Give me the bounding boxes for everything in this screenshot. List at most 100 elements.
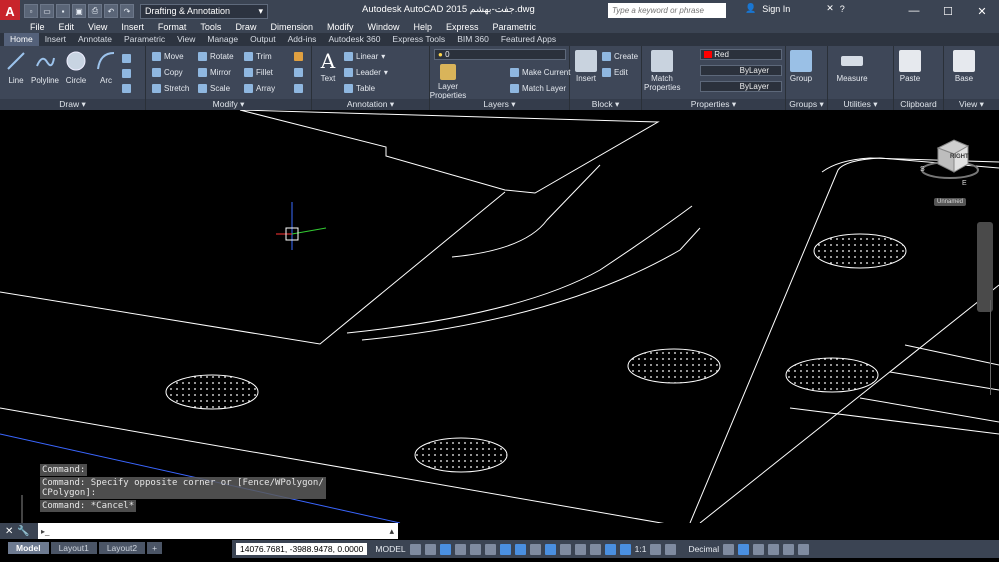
line-button[interactable]: Line [2,50,30,85]
trim-button[interactable]: Trim [244,50,272,62]
menu-file[interactable]: File [30,22,45,32]
groups-panel-label[interactable]: Groups ▾ [786,99,827,110]
sign-in-area[interactable]: 👤 Sign In ✕? [745,3,845,14]
annotation-visibility-icon[interactable] [604,543,616,555]
snap-icon[interactable] [424,543,436,555]
tab-layout1[interactable]: Layout1 [50,542,97,554]
circle-button[interactable]: Circle [62,50,90,85]
menu-edit[interactable]: Edit [59,22,75,32]
tab-autodesk-360[interactable]: Autodesk 360 [322,33,386,46]
auto-scale-icon[interactable] [619,543,631,555]
tab-featured-apps[interactable]: Featured Apps [495,33,562,46]
isolate-objects-icon[interactable] [753,543,765,555]
rectangle-tool[interactable] [122,52,131,64]
menu-window[interactable]: Window [368,22,400,32]
layers-panel-label[interactable]: Layers ▾ [430,99,569,110]
undo-icon[interactable]: ↶ [104,4,118,18]
layer-properties-button[interactable]: Layer Properties [428,64,468,100]
add-layout-icon[interactable]: + [147,542,163,554]
minimize-icon[interactable]: — [897,0,931,22]
menu-view[interactable]: View [88,22,107,32]
workspace-gear-icon[interactable] [650,543,662,555]
tab-parametric[interactable]: Parametric [118,33,171,46]
exchange-icon[interactable]: ✕ [826,3,834,14]
rotate-button[interactable]: Rotate [198,50,234,62]
wcs-menu[interactable]: Unnamed [934,198,967,206]
leader-button[interactable]: Leader ▾ [344,66,388,78]
tab-manage[interactable]: Manage [201,33,244,46]
command-prompt-icon[interactable]: ▸_ [38,527,52,536]
object-snap-icon[interactable] [514,543,526,555]
tab-model[interactable]: Model [8,542,49,554]
tab-view[interactable]: View [171,33,201,46]
units-selector[interactable]: Decimal [688,544,719,554]
save-as-icon[interactable]: ▣ [72,4,86,18]
view-panel-label[interactable]: View ▾ [944,99,999,110]
customization-menu-icon[interactable] [798,543,810,555]
selection-cycling-icon[interactable] [559,543,571,555]
3d-osnap-icon[interactable] [574,543,586,555]
plot-icon[interactable]: ⎙ [88,4,102,18]
paste-button[interactable]: Paste [896,50,924,83]
app-logo-icon[interactable]: A [0,0,20,22]
array-button[interactable]: Array [244,82,275,94]
command-expand-icon[interactable]: ▴ [389,526,398,537]
polyline-button[interactable]: Polyline [30,50,60,85]
annotation-scale[interactable]: 1:1 [635,544,647,554]
menu-parametric[interactable]: Parametric [493,22,537,32]
menu-help[interactable]: Help [414,22,433,32]
annotation-panel-label[interactable]: Annotation ▾ [312,99,429,110]
arc-button[interactable]: Arc [92,50,120,85]
draw-panel-label[interactable]: Draw ▾ [0,99,145,110]
gradient-tool[interactable] [122,82,131,94]
grid-icon[interactable] [409,543,421,555]
tab-bim-360[interactable]: BIM 360 [451,33,495,46]
measure-button[interactable]: Measure [834,50,870,83]
modify-panel-label[interactable]: Modify ▾ [146,99,311,110]
match-layer-button[interactable]: Match Layer [510,82,566,94]
offset-tool[interactable] [294,82,303,94]
menu-express[interactable]: Express [446,22,479,32]
tab-annotate[interactable]: Annotate [72,33,118,46]
color-dropdown[interactable]: Red [700,49,782,60]
ortho-icon[interactable] [454,543,466,555]
erase-tool[interactable] [294,50,303,62]
close-command-icon[interactable]: ✕ [5,526,13,537]
menu-insert[interactable]: Insert [121,22,144,32]
fillet-button[interactable]: Fillet [244,66,273,78]
hardware-acceleration-icon[interactable] [768,543,780,555]
customize-wrench-icon[interactable]: 🔧 [17,526,29,537]
polar-icon[interactable] [469,543,481,555]
tab-express-tools[interactable]: Express Tools [386,33,451,46]
block-panel-label[interactable]: Block ▾ [570,99,641,110]
save-icon[interactable]: ▪ [56,4,70,18]
coordinates-readout[interactable]: 14076.7681, -3988.9478, 0.0000 [236,543,368,555]
match-properties-button[interactable]: Match Properties [644,50,680,92]
edit-block-button[interactable]: Edit [602,66,628,78]
help-icon[interactable]: ? [840,4,845,14]
redo-icon[interactable]: ↷ [120,4,134,18]
group-button[interactable]: Group [786,50,816,83]
drawing-canvas[interactable]: RIGHT S E Unnamed [0,109,999,529]
infer-constraints-icon[interactable] [439,543,451,555]
transparency-icon[interactable] [544,543,556,555]
tab-home[interactable]: Home [4,33,39,46]
layer-dropdown[interactable]: ● 0 [434,49,566,60]
clean-screen-icon[interactable] [783,543,795,555]
explode-tool[interactable] [294,66,303,78]
text-button[interactable]: A Text [314,50,342,83]
insert-button[interactable]: Insert [572,50,600,83]
menu-draw[interactable]: Draw [235,22,256,32]
maximize-icon[interactable]: ☐ [931,0,965,22]
stretch-button[interactable]: Stretch [152,82,189,94]
isodraft-icon[interactable] [484,543,496,555]
table-button[interactable]: Table [344,82,375,94]
properties-panel-label[interactable]: Properties ▾ [642,99,785,110]
navigation-bar[interactable] [977,222,993,312]
linear-dimension-button[interactable]: Linear ▾ [344,50,385,62]
tab-add-ins[interactable]: Add-ins [282,33,323,46]
annotation-monitor-icon[interactable] [665,543,677,555]
tab-output[interactable]: Output [244,33,282,46]
tab-layout2[interactable]: Layout2 [98,542,146,554]
menu-format[interactable]: Format [158,22,187,32]
